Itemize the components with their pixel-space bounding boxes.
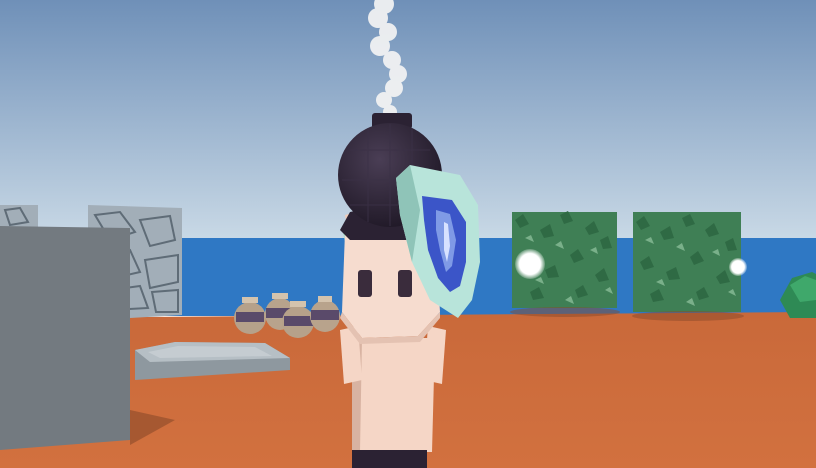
hedge-shadow bbox=[510, 307, 620, 317]
hedge-right bbox=[633, 212, 741, 312]
game-viewport[interactable] bbox=[0, 0, 816, 468]
character-eye-left bbox=[358, 270, 372, 297]
glowing-orb bbox=[515, 249, 545, 279]
character-body bbox=[352, 338, 435, 452]
character-eye-right bbox=[398, 270, 412, 297]
game-scene bbox=[0, 0, 816, 468]
stone-wall bbox=[0, 226, 130, 450]
glowing-orb bbox=[729, 258, 747, 276]
hedge-shadow bbox=[632, 311, 744, 321]
